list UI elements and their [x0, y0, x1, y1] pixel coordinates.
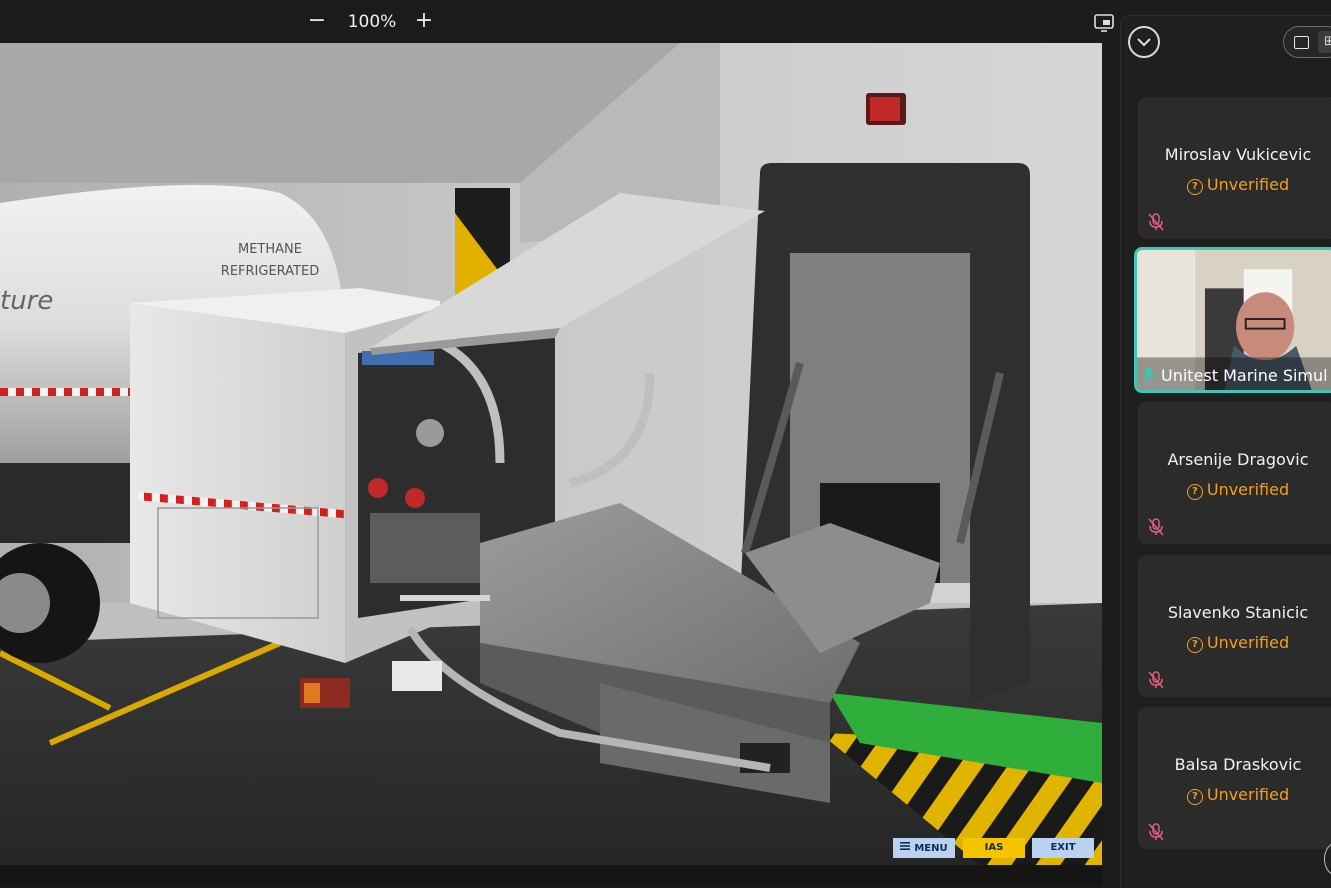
menu-button[interactable]: MENU — [893, 838, 955, 858]
participant-name: Balsa Draskovic — [1174, 755, 1302, 774]
participant-name: Miroslav Vukicevic — [1164, 145, 1312, 164]
mic-muted-icon — [1148, 518, 1164, 536]
status-badge: ? Unverified — [1138, 633, 1331, 653]
status-badge: ? Unverified — [1138, 480, 1331, 500]
gallery-view-toggle[interactable]: ⊞ — [1318, 31, 1331, 53]
participant-name: Slavenko Stanicic — [1167, 603, 1309, 622]
exit-button[interactable]: EXIT — [1032, 838, 1094, 858]
participant-tile[interactable]: Balsa Draskovic ? Unverified — [1138, 707, 1331, 849]
mic-muted-icon — [1148, 671, 1164, 689]
participant-name: Arsenije Dragovic — [1167, 450, 1309, 469]
participant-tile[interactable]: Miroslav Vukicevic ? Unverified — [1138, 97, 1331, 239]
mic-muted-icon — [1148, 823, 1164, 841]
gallery-view-icon: ⊞ — [1324, 34, 1331, 49]
speaker-view-icon[interactable] — [1294, 36, 1309, 49]
zoom-level: 100% — [347, 12, 397, 32]
tank-brand-text: ture — [0, 286, 53, 316]
scene-render: METHANE REFRIGERATED ture — [0, 43, 1102, 865]
question-icon: ? — [1186, 484, 1203, 500]
simulation-viewport[interactable]: METHANE REFRIGERATED ture — [0, 43, 1102, 865]
question-icon: ? — [1186, 789, 1203, 805]
mic-active-icon — [1143, 367, 1155, 383]
question-icon: ? — [1186, 179, 1203, 195]
collapse-panel-button[interactable] — [1128, 26, 1160, 58]
ias-button[interactable]: IAS — [963, 838, 1025, 858]
zoom-out-button[interactable]: − — [304, 8, 330, 34]
status-badge: ? Unverified — [1138, 785, 1331, 805]
menu-button-label: MENU — [914, 843, 948, 854]
chevron-down-icon — [1137, 38, 1151, 47]
zoom-in-button[interactable]: + — [411, 8, 437, 34]
status-badge: ? Unverified — [1138, 175, 1331, 195]
bottom-bar — [0, 865, 1102, 887]
mic-muted-icon — [1148, 213, 1164, 231]
participant-video-tile[interactable]: Unitest Marine Simul — [1134, 247, 1331, 393]
participant-tile[interactable]: Arsenije Dragovic ? Unverified — [1138, 402, 1331, 544]
view-toggle[interactable]: ⊞ — [1283, 26, 1331, 58]
screen-share-icon[interactable] — [1094, 14, 1114, 32]
question-icon: ? — [1186, 637, 1203, 653]
zoom-toolbar: − 100% + — [0, 0, 1102, 43]
tank-label-line2: REFRIGERATED — [221, 264, 319, 279]
participant-tile[interactable]: Slavenko Stanicic ? Unverified — [1138, 555, 1331, 697]
tank-label-line1: METHANE — [238, 242, 302, 257]
participant-name: Unitest Marine Simul — [1143, 366, 1328, 385]
menu-icon — [900, 838, 911, 858]
